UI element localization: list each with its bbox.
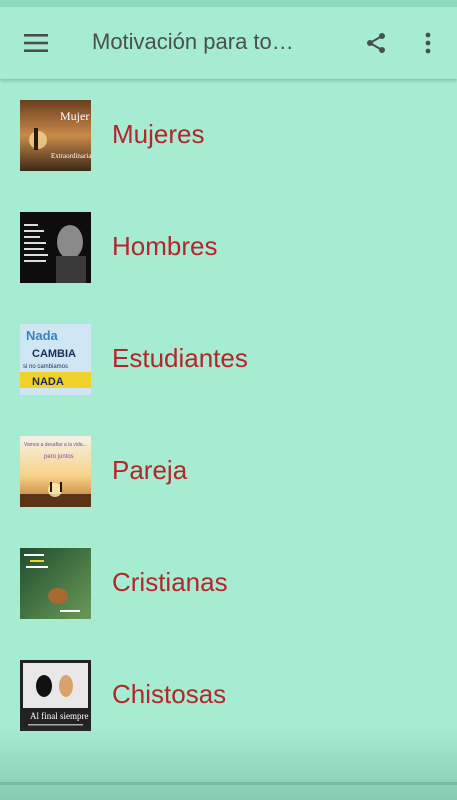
share-button[interactable]: [354, 21, 398, 65]
category-item-mujeres[interactable]: Mujer Extraordinaria Mujeres: [0, 80, 457, 192]
category-label: Estudiantes: [112, 343, 248, 373]
app-bar: Motivación para to…: [0, 7, 457, 79]
hombres-thumbnail: [20, 212, 91, 283]
menu-button[interactable]: [14, 21, 58, 65]
estudiantes-thumb-cambia: CAMBIA: [32, 348, 76, 360]
category-item-pareja[interactable]: Vamos a desafiar a la vida... pero junto…: [0, 416, 457, 528]
chistosas-thumbnail: Al final siempre: [20, 660, 91, 731]
category-item-cristianas[interactable]: Cristianas: [0, 528, 457, 640]
category-label: Mujeres: [112, 119, 205, 149]
mujeres-thumbnail: Mujer Extraordinaria: [20, 100, 91, 171]
cristianas-thumbnail: [20, 548, 91, 619]
pareja-thumb-line2: pero juntos: [44, 454, 74, 460]
mujeres-thumb-title: Mujer: [60, 109, 89, 123]
estudiantes-thumbnail: Nada CAMBIA si no cambiamos NADA: [20, 324, 91, 395]
category-item-estudiantes[interactable]: Nada CAMBIA si no cambiamos NADA Estudia…: [0, 304, 457, 416]
estudiantes-thumb-nada-bottom: NADA: [32, 376, 64, 388]
pareja-thumbnail: Vamos a desafiar a la vida... pero junto…: [20, 436, 91, 507]
menu-icon: [24, 34, 48, 52]
bottom-shadow: [0, 725, 457, 800]
category-item-hombres[interactable]: Hombres: [0, 192, 457, 304]
category-label: Hombres: [112, 231, 218, 261]
category-label: Chistosas: [112, 679, 227, 709]
estudiantes-thumb-nada-top: Nada: [26, 328, 59, 343]
chistosas-thumb-caption: Al final siempre: [30, 711, 88, 721]
category-label: Pareja: [112, 455, 188, 485]
bottom-divider: [0, 782, 457, 785]
share-icon: [367, 33, 385, 53]
status-bar-strip: [0, 0, 457, 7]
page-title: Motivación para to…: [92, 29, 294, 54]
estudiantes-thumb-middle: si no cambiamos: [23, 364, 68, 370]
more-vert-icon: [425, 32, 431, 54]
pareja-thumb-line1: Vamos a desafiar a la vida...: [24, 442, 87, 448]
mujeres-thumb-subtitle: Extraordinaria: [51, 152, 91, 160]
more-options-button[interactable]: [410, 21, 446, 65]
category-label: Cristianas: [112, 567, 228, 597]
